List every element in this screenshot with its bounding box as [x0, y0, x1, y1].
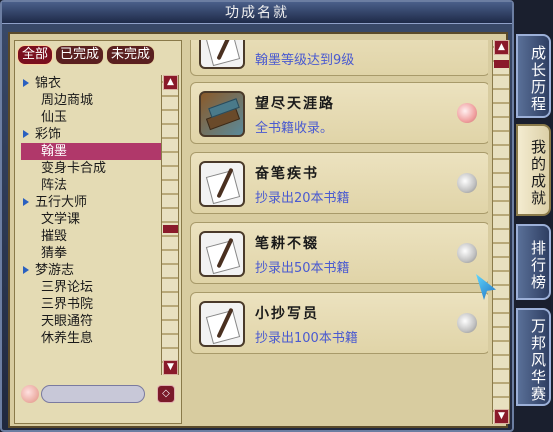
achievement-title: 望尽天涯路: [255, 96, 335, 112]
expand-triangle-icon[interactable]: [23, 266, 29, 274]
filter-tabs: 全部 已完成 未完成: [17, 45, 156, 67]
tree-item[interactable]: 摧毁: [21, 228, 161, 245]
achievement-list: 翰墨等级达到9级 望尽天涯路 全书籍收录。 奋笔疾书 抄录出20本书籍 笔耕不辍…: [188, 40, 488, 424]
brush-paper-icon: [199, 231, 245, 277]
achievements-window: 功成名就 全部 已完成 未完成 锦衣 周边商城 仙玉 彩饰 翰墨 变身卡合成 阵…: [0, 0, 514, 432]
scroll-up-arrow-icon[interactable]: ▲: [163, 75, 178, 90]
tree-item-label: 文学课: [41, 212, 81, 227]
tree-item-label: 摧毁: [41, 229, 68, 244]
side-tabs: 成长历程 我的成就 排行榜 万邦风华赛: [516, 20, 553, 432]
tree-item-label: 彩饰: [35, 127, 62, 142]
achievement-title: 笔耕不辍: [255, 236, 319, 252]
filter-incomplete-button[interactable]: 未完成: [106, 45, 156, 65]
tab-wanbang-contest[interactable]: 万邦风华赛: [516, 308, 551, 406]
brush-paper-icon: [199, 301, 245, 347]
tree-item[interactable]: 梦游志: [21, 262, 161, 279]
category-scrollbar[interactable]: ▲ ▼: [161, 75, 179, 375]
achievement-desc: 全书籍收录。: [255, 121, 334, 136]
search-input[interactable]: [41, 385, 145, 403]
filter-all-button[interactable]: 全部: [17, 45, 54, 65]
tree-item-label: 阵法: [41, 178, 68, 193]
scroll-up-arrow-icon[interactable]: ▲: [494, 40, 509, 55]
silver-peach-icon: [457, 173, 477, 193]
achievement-card[interactable]: 小抄写员 抄录出100本书籍: [190, 292, 488, 354]
tree-item-label: 仙玉: [41, 110, 68, 125]
achievement-card[interactable]: 望尽天涯路 全书籍收录。: [190, 82, 488, 144]
achievement-card[interactable]: 翰墨等级达到9级: [190, 40, 488, 76]
tree-item-label: 翰墨: [41, 144, 68, 159]
tree-item[interactable]: 彩饰: [21, 126, 161, 143]
tree-item[interactable]: 三界书院: [21, 296, 161, 313]
achievement-desc: 抄录出20本书籍: [255, 191, 350, 206]
tree-item[interactable]: 锦衣: [21, 75, 161, 92]
tree-item-selected[interactable]: 翰墨: [21, 143, 161, 160]
achievement-desc: 抄录出50本书籍: [255, 261, 350, 276]
tree-item-label: 变身卡合成: [41, 161, 107, 176]
tab-my-achievements[interactable]: 我的成就: [516, 124, 551, 216]
expand-triangle-icon[interactable]: [23, 79, 29, 87]
peach-icon: [21, 385, 39, 403]
tree-item-label: 三界书院: [41, 297, 94, 312]
achievement-title: 奋笔疾书: [255, 166, 319, 182]
silver-peach-icon: [457, 243, 477, 263]
filter-completed-button[interactable]: 已完成: [55, 45, 105, 65]
brush-paper-icon: [199, 40, 245, 69]
tree-item[interactable]: 阵法: [21, 177, 161, 194]
tree-item[interactable]: 周边商城: [21, 92, 161, 109]
tree-item[interactable]: 变身卡合成: [21, 160, 161, 177]
achievement-desc: 翰墨等级达到9级: [255, 53, 355, 68]
books-icon: [199, 91, 245, 137]
achievement-card[interactable]: 笔耕不辍 抄录出50本书籍: [190, 222, 488, 284]
expand-triangle-icon[interactable]: [23, 198, 29, 206]
window-content: 全部 已完成 未完成 锦衣 周边商城 仙玉 彩饰 翰墨 变身卡合成 阵法 五行大…: [8, 32, 510, 428]
tree-item-label: 天眼通符: [41, 314, 94, 329]
scroll-down-arrow-icon[interactable]: ▼: [163, 360, 178, 375]
tab-ranking[interactable]: 排行榜: [516, 224, 551, 300]
tree-item[interactable]: 天眼通符: [21, 313, 161, 330]
scroll-thumb[interactable]: [494, 60, 509, 68]
brush-paper-icon: [199, 161, 245, 207]
tree-item-label: 五行大师: [35, 195, 88, 210]
tree-item[interactable]: 五行大师: [21, 194, 161, 211]
expand-triangle-icon[interactable]: [23, 130, 29, 138]
tree-item[interactable]: 休养生息: [21, 330, 161, 347]
scroll-down-arrow-icon[interactable]: ▼: [494, 409, 509, 424]
achievement-desc: 抄录出100本书籍: [255, 331, 358, 346]
tree-item-label: 锦衣: [35, 76, 62, 91]
tree-item[interactable]: 三界论坛: [21, 279, 161, 296]
peach-reward-icon: [457, 103, 477, 123]
achievement-card[interactable]: 奋笔疾书 抄录出20本书籍: [190, 152, 488, 214]
tree-item-label: 梦游志: [35, 263, 75, 278]
tree-item[interactable]: 文学课: [21, 211, 161, 228]
tree-item-label: 猜拳: [41, 246, 68, 261]
tree-item[interactable]: 仙玉: [21, 109, 161, 126]
tree-item-label: 周边商城: [41, 93, 94, 108]
tab-growth-history[interactable]: 成长历程: [516, 34, 551, 118]
tree-item[interactable]: 猜拳: [21, 245, 161, 262]
window-title: 功成名就: [2, 2, 512, 24]
achievement-scrollbar[interactable]: ▲ ▼: [492, 40, 510, 424]
category-panel: 全部 已完成 未完成 锦衣 周边商城 仙玉 彩饰 翰墨 变身卡合成 阵法 五行大…: [14, 40, 182, 424]
achievement-title: 小抄写员: [255, 306, 319, 322]
category-tree: 锦衣 周边商城 仙玉 彩饰 翰墨 变身卡合成 阵法 五行大师 文学课 摧毁 猜拳…: [21, 75, 161, 375]
category-search: ◇: [19, 383, 181, 405]
tree-item-label: 三界论坛: [41, 280, 94, 295]
tree-item-label: 休养生息: [41, 331, 94, 346]
search-button[interactable]: ◇: [157, 385, 175, 403]
silver-peach-icon: [457, 313, 477, 333]
scroll-thumb[interactable]: [163, 225, 178, 233]
